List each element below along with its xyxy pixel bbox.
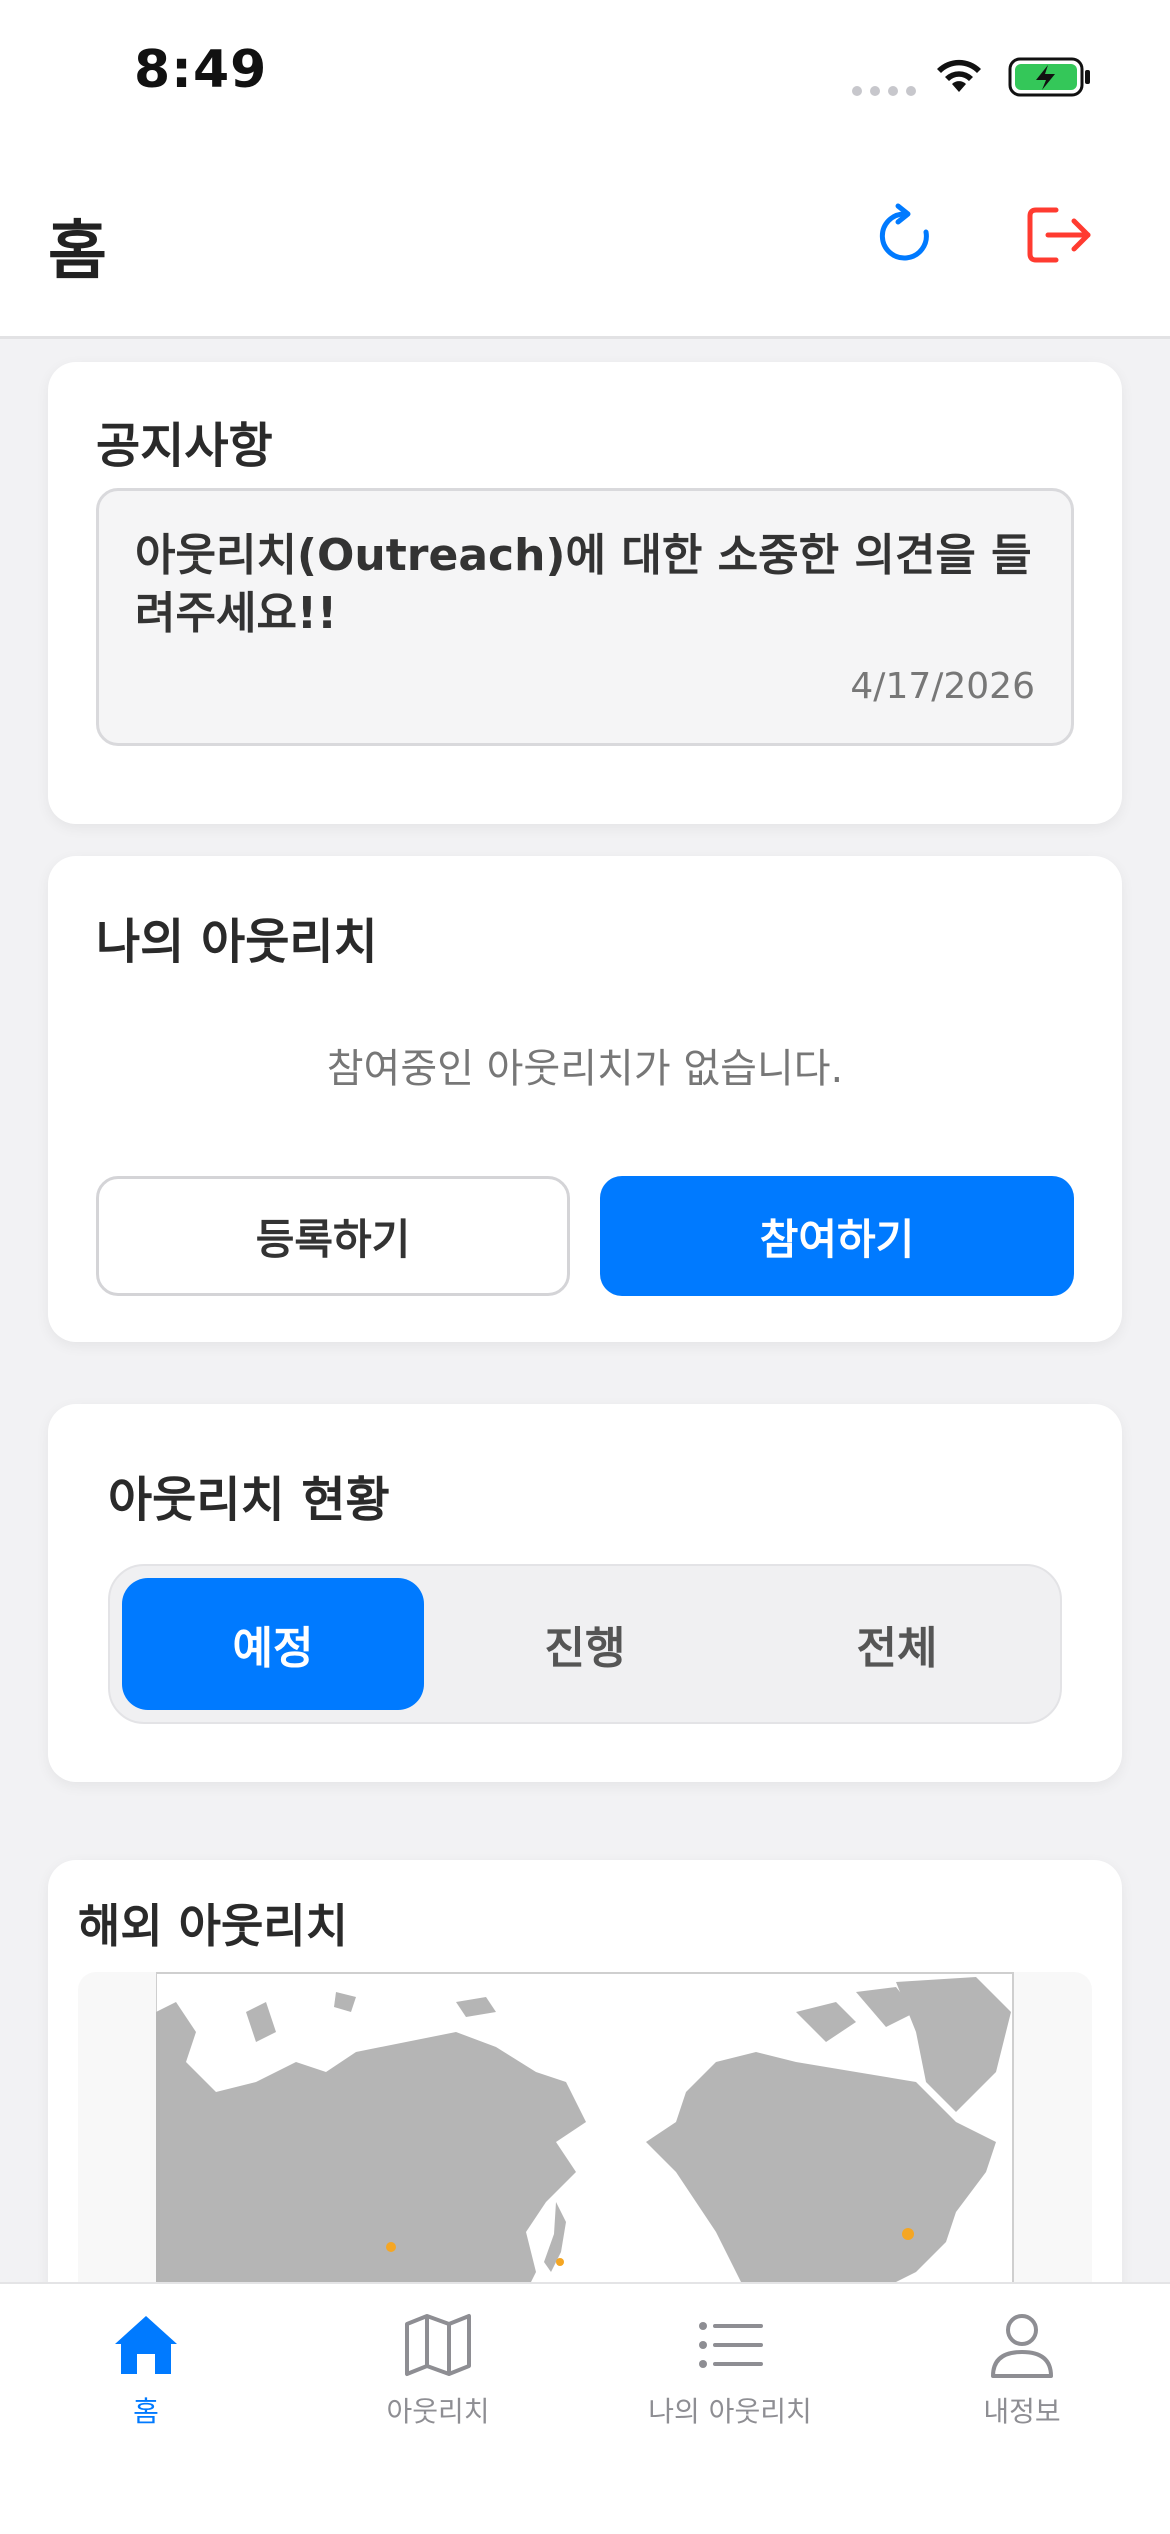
status-bar: 8:49 [0,0,1170,160]
wifi-icon [937,59,981,92]
my-outreach-card: 나의 아웃리치 참여중인 아웃리치가 없습니다. 등록하기 참여하기 [48,856,1122,1342]
battery-charging-icon [1008,57,1090,97]
notice-card: 공지사항 아웃리치(Outreach)에 대한 소중한 의견을 들려주세요!! … [48,362,1122,824]
refresh-icon[interactable] [872,202,938,268]
tab-my-outreach-label: 나의 아웃리치 [648,2395,812,2428]
segment-all[interactable]: 전체 [746,1578,1048,1710]
tab-profile[interactable]: 내정보 [876,2302,1168,2462]
tab-my-outreach[interactable]: 나의 아웃리치 [584,2302,876,2462]
tab-outreach-label: 아웃리치 [386,2395,490,2428]
tab-home[interactable]: 홈 [0,2302,292,2462]
person-icon [991,2314,1053,2378]
outreach-status-card: 아웃리치 현황 예정 진행 전체 [48,1404,1122,1782]
notice-item[interactable]: 아웃리치(Outreach)에 대한 소중한 의견을 들려주세요!! 4/17/… [96,488,1074,746]
status-segmented-control: 예정 진행 전체 [108,1564,1062,1724]
empty-state-text: 참여중인 아웃리치가 없습니다. [326,1046,844,1092]
tab-home-label: 홈 [133,2395,159,2428]
tab-outreach[interactable]: 아웃리치 [292,2302,584,2462]
map-icon [405,2314,471,2376]
tab-profile-label: 내정보 [983,2395,1061,2428]
segment-scheduled[interactable]: 예정 [122,1578,424,1710]
my-outreach-title: 나의 아웃리치 [96,914,378,970]
app-header: 홈 [0,160,1170,339]
page-title: 홈 [48,215,107,289]
segment-in-progress[interactable]: 진행 [434,1578,736,1710]
notice-title: 공지사항 [96,418,273,474]
notice-message: 아웃리치(Outreach)에 대한 소중한 의견을 들려주세요!! [135,530,1032,639]
status-time: 8:49 [134,40,268,100]
overseas-title: 해외 아웃리치 [78,1899,348,1953]
cellular-signal-icon [852,86,916,96]
join-button[interactable]: 참여하기 [600,1176,1074,1296]
logout-icon[interactable] [1026,204,1094,266]
list-icon [699,2322,763,2368]
home-icon [115,2316,177,2374]
register-button[interactable]: 등록하기 [96,1176,570,1296]
tab-bar: 홈 아웃리치 나의 아웃리치 내정보 [0,2282,1170,2534]
outreach-status-title: 아웃리치 현황 [108,1472,390,1528]
notice-date: 4/17/2026 [850,666,1035,707]
